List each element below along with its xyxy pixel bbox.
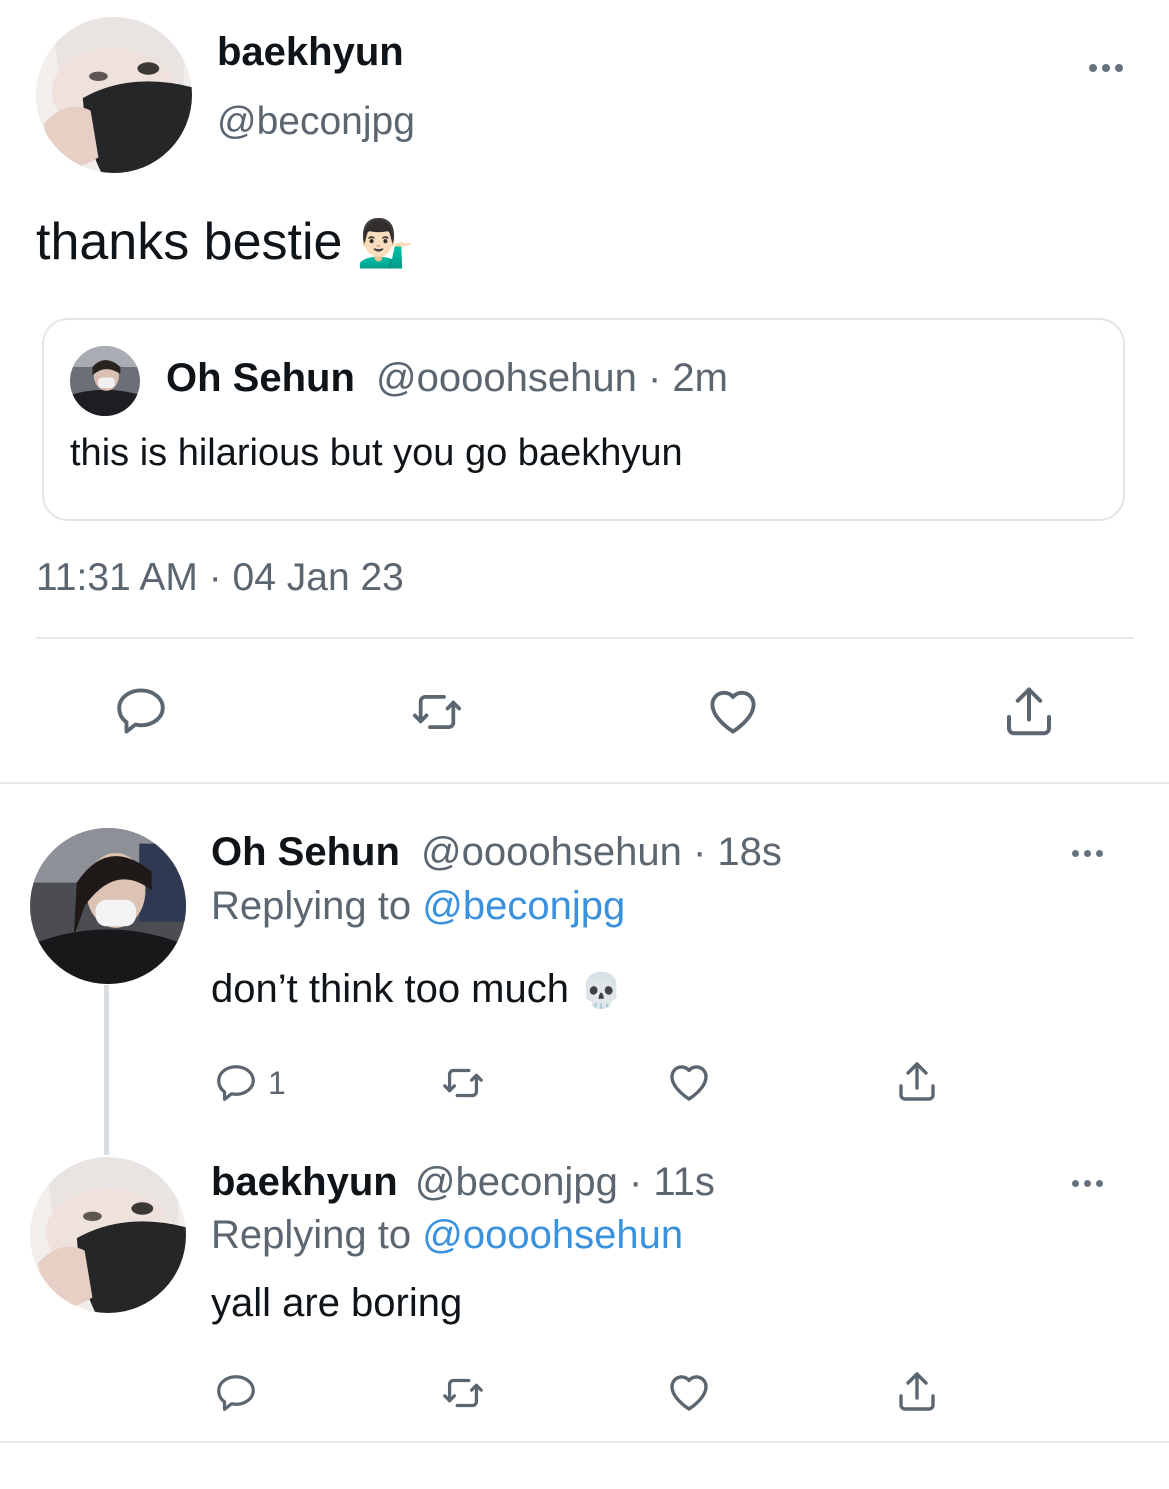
- main-reply-button[interactable]: [110, 682, 172, 740]
- reply-1-display-name[interactable]: Oh Sehun: [211, 830, 400, 874]
- reply-1-time: · 18s: [692, 830, 782, 874]
- reply-1-text: don’t think too much: [211, 967, 569, 1011]
- reply-1-more-icon[interactable]: [1072, 850, 1103, 857]
- reply-2-header: baekhyun @beconjpg · 11s: [211, 1160, 715, 1205]
- main-tweet-handle[interactable]: @beconjpg: [217, 100, 415, 144]
- main-tweet-avatar[interactable]: [36, 17, 192, 173]
- reply-2-retweet-button[interactable]: [436, 1370, 490, 1416]
- avatar-image: [70, 346, 140, 416]
- reply-2-text: yall are boring: [211, 1281, 463, 1325]
- main-tweet-timestamp: 11:31 AM · 04 Jan 23: [36, 556, 404, 599]
- reply-2-time: · 11s: [628, 1160, 715, 1204]
- reply-bubble-icon: [117, 688, 165, 734]
- main-tweet-more-icon[interactable]: [1089, 64, 1123, 72]
- reply-bubble-icon: [217, 1065, 255, 1101]
- quoted-tweet-display-name: Oh Sehun: [166, 356, 355, 400]
- share-upload-icon: [899, 1372, 935, 1411]
- share-upload-icon: [899, 1062, 935, 1101]
- reply-1-like-button[interactable]: [664, 1058, 714, 1106]
- main-tweet-text: thanks bestie: [36, 213, 343, 271]
- reply-2-handle[interactable]: @beconjpg: [415, 1160, 618, 1204]
- reply-2-share-button[interactable]: [892, 1368, 942, 1416]
- reply-2-replying-to: Replying to @oooohsehun: [211, 1213, 683, 1258]
- quoted-tweet-card[interactable]: Oh Sehun @oooohsehun · 2m this is hilari…: [42, 318, 1125, 521]
- reply-1-reply-count: 1: [268, 1064, 286, 1101]
- reply-2-replying-prefix: Replying to: [211, 1213, 412, 1257]
- main-like-button[interactable]: [703, 682, 763, 740]
- reply-1-retweet-button[interactable]: [436, 1060, 490, 1106]
- quoted-tweet-text: this is hilarious but you go baekhyun: [70, 432, 683, 474]
- reply-2-avatar[interactable]: [30, 1157, 186, 1313]
- main-retweet-button[interactable]: [405, 684, 469, 740]
- thread-connector-line: [104, 985, 109, 1155]
- main-tweet-divider: [36, 637, 1134, 639]
- reply-1-avatar[interactable]: [30, 828, 186, 984]
- reply-1-header: Oh Sehun @oooohsehun · 18s: [211, 830, 782, 875]
- quoted-tweet-handle: @oooohsehun: [376, 356, 637, 400]
- reply-2-reply-button[interactable]: [212, 1370, 260, 1416]
- reply-1-replying-link[interactable]: @beconjpg: [422, 884, 625, 928]
- retweet-icon: [443, 1378, 483, 1408]
- reply-1-handle[interactable]: @oooohsehun: [421, 830, 682, 874]
- reply-1-replying-prefix: Replying to: [211, 884, 412, 928]
- retweet-icon: [443, 1068, 483, 1098]
- reply-2-replying-link[interactable]: @oooohsehun: [422, 1213, 683, 1257]
- person-tipping-hand-emoji-icon: 💁🏻‍♂️: [356, 217, 415, 269]
- reply-2-display-name[interactable]: baekhyun: [211, 1160, 398, 1204]
- reply-1-share-button[interactable]: [892, 1058, 942, 1106]
- main-tweet-display-name[interactable]: baekhyun: [217, 30, 404, 75]
- skull-emoji-icon: 💀: [580, 972, 623, 1010]
- heart-icon: [710, 690, 756, 734]
- reply-1-text-row: don’t think too much 💀: [211, 967, 622, 1012]
- heart-icon: [670, 1065, 708, 1101]
- reply-1-reply-button[interactable]: 1: [212, 1060, 286, 1106]
- reply-2-more-icon[interactable]: [1072, 1180, 1103, 1187]
- bottom-divider: [0, 1441, 1169, 1443]
- avatar-image: [30, 1157, 186, 1313]
- share-upload-icon: [1007, 687, 1051, 736]
- reply-1-replying-to: Replying to @beconjpg: [211, 884, 625, 929]
- section-divider: [0, 782, 1169, 784]
- avatar-image: [36, 17, 192, 173]
- retweet-icon: [412, 694, 462, 730]
- quoted-tweet-time: · 2m: [647, 356, 728, 400]
- main-share-button[interactable]: [998, 682, 1060, 742]
- quoted-tweet-avatar: [70, 346, 140, 416]
- avatar-image: [30, 828, 186, 984]
- quoted-tweet-header: Oh Sehun @oooohsehun · 2m: [166, 356, 728, 401]
- main-tweet-text-row: thanks bestie 💁🏻‍♂️: [36, 212, 414, 272]
- reply-bubble-icon: [217, 1375, 255, 1411]
- reply-2-like-button[interactable]: [664, 1368, 714, 1416]
- heart-icon: [670, 1375, 708, 1411]
